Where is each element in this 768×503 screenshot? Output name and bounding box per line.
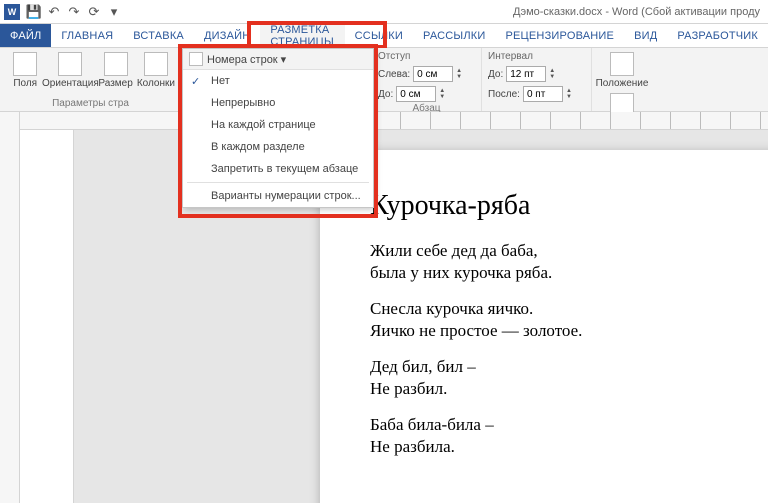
margins-icon: [13, 52, 37, 76]
line-numbers-header[interactable]: Номера строк ▾: [183, 49, 373, 70]
quick-access-toolbar: 💾 ↶ ↷ ⟳ ▾: [26, 4, 122, 20]
redo-icon[interactable]: ↷: [66, 4, 82, 20]
group-label-page-setup: Параметры стра: [6, 98, 175, 111]
indent-left-label: Слева:: [378, 69, 410, 80]
size-icon: [104, 52, 128, 76]
doc-paragraph[interactable]: Дед бил, бил –Не разбил.: [370, 356, 768, 400]
group-interval: Интервал До: ▲▼ После: ▲▼: [482, 48, 592, 111]
indent-header: Отступ: [378, 51, 410, 62]
dd-item-suppress[interactable]: Запретить в текущем абзаце: [183, 158, 373, 180]
vertical-ruler[interactable]: [0, 112, 20, 503]
spinner-icon[interactable]: ▲▼: [456, 68, 462, 80]
doc-title[interactable]: Курочка-ряба: [370, 190, 768, 222]
spinner-icon[interactable]: ▲▼: [439, 88, 445, 100]
group-page-setup: Поля Ориентация Размер Колонки Параметры…: [0, 48, 182, 111]
dd-item-continuous[interactable]: Непрерывно: [183, 92, 373, 114]
orientation-button[interactable]: Ориентация: [46, 50, 94, 89]
doc-paragraph[interactable]: Жили себе дед да баба,была у них курочка…: [370, 240, 768, 284]
columns-button[interactable]: Колонки: [137, 50, 175, 89]
dd-item-options[interactable]: Варианты нумерации строк...: [183, 185, 373, 207]
ribbon-tabs: ФАЙЛ ГЛАВНАЯ ВСТАВКА ДИЗАЙН РАЗМЕТКА СТР…: [0, 24, 768, 48]
group-indent: Отступ Слева:▲▼ До:▲▼ Абзац: [372, 48, 482, 111]
undo-icon[interactable]: ↶: [46, 4, 62, 20]
tab-insert[interactable]: ВСТАВКА: [123, 24, 194, 47]
window-title: Дэмо-сказки.docx - Word (Сбой активации …: [122, 6, 764, 18]
tab-review[interactable]: РЕЦЕНЗИРОВАНИЕ: [495, 24, 624, 47]
ribbon-content: Поля Ориентация Размер Колонки Параметры…: [0, 48, 768, 112]
columns-icon: [144, 52, 168, 76]
workspace: Курочка-ряба Жили себе дед да баба,была …: [0, 112, 768, 503]
line-numbers-icon: [189, 52, 203, 66]
interval-after-label: После:: [488, 89, 520, 100]
indent-right-label: До:: [378, 89, 393, 100]
spinner-icon[interactable]: ▲▼: [566, 88, 572, 100]
dd-item-none[interactable]: Нет: [183, 70, 373, 92]
tab-mailings[interactable]: РАССЫЛКИ: [413, 24, 495, 47]
spinner-icon[interactable]: ▲▼: [549, 68, 555, 80]
dd-separator: [187, 182, 369, 183]
refresh-icon[interactable]: ⟳: [86, 4, 102, 20]
document-area[interactable]: Курочка-ряба Жили себе дед да баба,была …: [20, 130, 768, 503]
app-icon: W: [4, 4, 20, 20]
horizontal-ruler[interactable]: [20, 112, 768, 130]
tab-file[interactable]: ФАЙЛ: [0, 24, 51, 47]
orientation-icon: [58, 52, 82, 76]
tab-references[interactable]: ССЫЛКИ: [345, 24, 413, 47]
tab-page-layout[interactable]: РАЗМЕТКА СТРАНИЦЫ: [260, 24, 344, 47]
tab-developer[interactable]: РАЗРАБОТЧИК: [667, 24, 768, 47]
size-button[interactable]: Размер: [96, 50, 134, 89]
interval-header: Интервал: [488, 51, 533, 62]
tab-design[interactable]: ДИЗАЙН: [194, 24, 260, 47]
tab-view[interactable]: ВИД: [624, 24, 667, 47]
position-icon: [610, 52, 634, 76]
dd-item-each-page[interactable]: На каждой странице: [183, 114, 373, 136]
line-numbers-dropdown: Номера строк ▾ Нет Непрерывно На каждой …: [182, 48, 374, 208]
document-page[interactable]: Курочка-ряба Жили себе дед да баба,была …: [320, 150, 768, 503]
save-icon[interactable]: 💾: [26, 4, 42, 20]
interval-before-label: До:: [488, 69, 503, 80]
indent-left-input[interactable]: [413, 66, 453, 82]
doc-paragraph[interactable]: Баба била-била –Не разбила.: [370, 414, 768, 458]
qat-more-icon[interactable]: ▾: [106, 4, 122, 20]
doc-paragraph[interactable]: Снесла курочка яичко.Яичко не простое — …: [370, 298, 768, 342]
interval-before-input[interactable]: [506, 66, 546, 82]
title-bar: W 💾 ↶ ↷ ⟳ ▾ Дэмо-сказки.docx - Word (Сбо…: [0, 0, 768, 24]
margins-button[interactable]: Поля: [6, 50, 44, 89]
group-arrange: Положение Обтекание текстом Переместить …: [592, 48, 768, 111]
left-gutter: [20, 130, 74, 503]
tab-home[interactable]: ГЛАВНАЯ: [51, 24, 123, 47]
indent-right-input[interactable]: [396, 86, 436, 102]
position-button[interactable]: Положение: [598, 50, 646, 89]
interval-after-input[interactable]: [523, 86, 563, 102]
dd-item-each-section[interactable]: В каждом разделе: [183, 136, 373, 158]
